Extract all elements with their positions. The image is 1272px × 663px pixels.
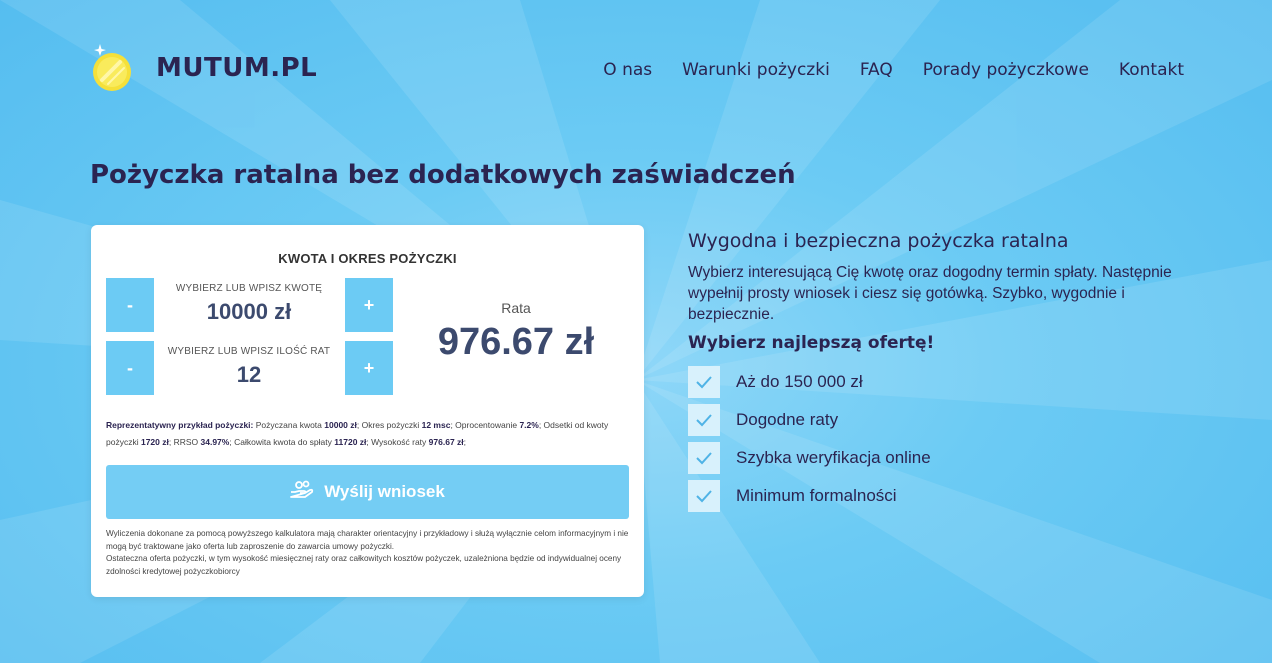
feature-label: Aż do 150 000 zł — [736, 372, 863, 391]
site-header: MUTUM.PL O nas Warunki pożyczki FAQ Pora… — [0, 0, 1272, 140]
list-item: Aż do 150 000 zł — [688, 363, 1208, 401]
representative-example: Reprezentatywny przykład pożyczki: Pożyc… — [106, 417, 631, 451]
nav-faq[interactable]: FAQ — [860, 60, 893, 80]
page-title: Pożyczka ratalna bez dodatkowych zaświad… — [90, 160, 796, 190]
list-item: Szybka weryfikacja online — [688, 439, 1208, 477]
amount-label: WYBIERZ LUB WPISZ KWOTĘ — [175, 283, 323, 294]
example-text: ; — [463, 437, 467, 447]
list-item: Minimum formalności — [688, 477, 1208, 515]
disclaimer-paragraph: Ostateczna oferta pożyczki, w tym wysoko… — [106, 554, 622, 576]
check-icon — [688, 404, 720, 436]
example-text: ; Wysokość raty — [366, 437, 429, 447]
check-icon — [688, 442, 720, 474]
example-text: ; Całkowita kwota do spłaty — [229, 437, 335, 447]
nav-kontakt[interactable]: Kontakt — [1119, 60, 1184, 80]
send-button-label: Wyślij wniosek — [324, 482, 445, 501]
rata-label: Rata — [501, 300, 531, 316]
feature-list: Aż do 150 000 zł Dogodne raty Szybka wer… — [688, 363, 1208, 515]
coin-logo-icon — [88, 42, 132, 94]
logo[interactable]: MUTUM.PL — [88, 42, 317, 94]
nav-o-nas[interactable]: O nas — [603, 60, 652, 80]
info-panel: Wygodna i bezpieczna pożyczka ratalna Wy… — [688, 230, 1208, 515]
info-subtitle: Wybierz najlepszą ofertę! — [688, 333, 935, 353]
logo-text: MUTUM.PL — [156, 53, 318, 83]
amount-plus-button[interactable]: + — [345, 278, 393, 332]
disclaimer-paragraph: Wyliczenia dokonane za pomocą powyższego… — [106, 529, 629, 551]
nav-warunki-pozyczki[interactable]: Warunki pożyczki — [682, 60, 830, 80]
example-value: 7.2% — [519, 420, 539, 430]
check-icon — [688, 480, 720, 512]
list-item: Dogodne raty — [688, 401, 1208, 439]
hand-coins-icon — [290, 480, 314, 505]
installments-minus-button[interactable]: - — [106, 341, 154, 395]
example-value: 10000 zł — [324, 420, 357, 430]
feature-label: Minimum formalności — [736, 486, 897, 505]
rata-value: 976.67 zł — [437, 321, 595, 363]
example-value: 11720 zł — [334, 437, 367, 447]
info-title: Wygodna i bezpieczna pożyczka ratalna — [688, 230, 1069, 252]
installments-input[interactable]: 12 — [154, 362, 344, 388]
example-value: 12 msc — [421, 420, 451, 430]
calculator-heading: KWOTA I OKRES POŻYCZKI — [278, 251, 457, 266]
example-value: 976.67 zł — [428, 437, 464, 447]
send-application-button[interactable]: Wyślij wniosek — [106, 465, 629, 519]
info-description: Wybierz interesującą Cię kwotę oraz dogo… — [688, 264, 1172, 323]
check-icon — [688, 366, 720, 398]
feature-label: Szybka weryfikacja online — [736, 448, 931, 467]
main-nav: O nas Warunki pożyczki FAQ Porady pożycz… — [603, 60, 1184, 80]
example-text: ; Oprocentowanie — [450, 420, 520, 430]
example-value: 1720 zł — [140, 437, 169, 447]
amount-minus-button[interactable]: - — [106, 278, 154, 332]
installments-label: WYBIERZ LUB WPISZ ILOŚĆ RAT — [167, 346, 331, 357]
nav-porady-pozyczkowe[interactable]: Porady pożyczkowe — [923, 60, 1089, 80]
feature-label: Dogodne raty — [736, 410, 839, 429]
example-value: 34.97% — [200, 437, 230, 447]
example-text: Pożyczana kwota — [253, 420, 325, 430]
installments-plus-button[interactable]: + — [345, 341, 393, 395]
example-lead: Reprezentatywny przykład pożyczki: — [106, 420, 254, 430]
example-text: ; RRSO — [168, 437, 201, 447]
amount-input[interactable]: 10000 zł — [154, 299, 344, 325]
example-text: ; Okres pożyczki — [356, 420, 422, 430]
loan-calculator: KWOTA I OKRES POŻYCZKI - WYBIERZ LUB WPI… — [91, 225, 644, 597]
disclaimer: Wyliczenia dokonane za pomocą powyższego… — [106, 528, 631, 578]
